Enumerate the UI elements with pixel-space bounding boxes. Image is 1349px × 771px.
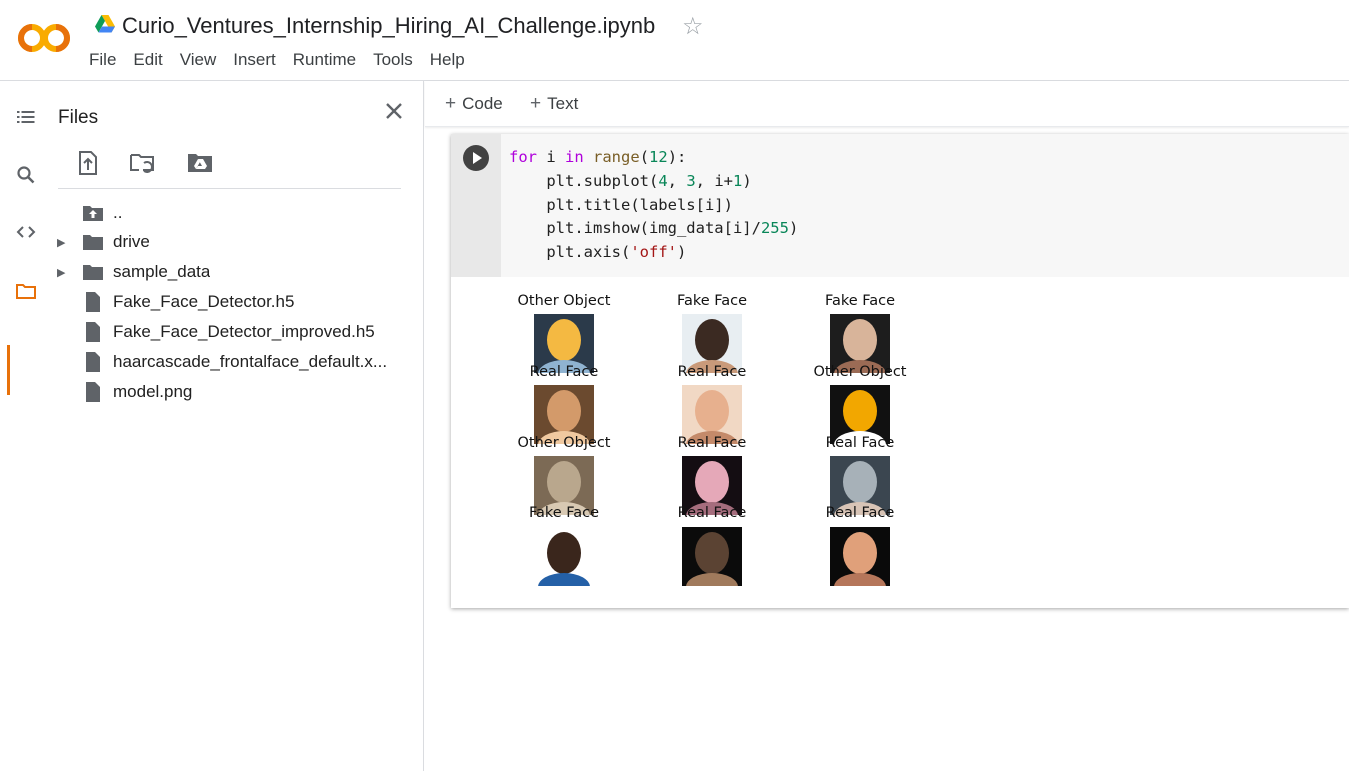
subplot-title: Fake Face bbox=[528, 505, 600, 521]
menu-view[interactable]: View bbox=[180, 50, 217, 70]
refresh-folder-icon[interactable] bbox=[129, 149, 157, 177]
file-icon bbox=[86, 352, 100, 372]
google-drive-icon[interactable] bbox=[95, 15, 115, 33]
subplot-title: Real Face bbox=[677, 364, 747, 380]
file-icon bbox=[86, 382, 100, 402]
file-icon bbox=[86, 292, 100, 312]
folder-icon bbox=[83, 265, 103, 280]
file-item-sample-data[interactable]: ▶ sample_data bbox=[52, 257, 412, 287]
divider bbox=[58, 188, 401, 189]
menu-tools[interactable]: Tools bbox=[373, 50, 413, 70]
subplot-title: Real Face bbox=[825, 435, 895, 451]
code-snippets-icon[interactable] bbox=[14, 220, 38, 244]
subplot-title: Other Object bbox=[517, 435, 611, 451]
colab-logo[interactable] bbox=[18, 22, 72, 54]
notebook-toolbar: + Code + Text bbox=[425, 81, 1349, 127]
add-text-label: Text bbox=[547, 94, 579, 113]
file-item-label: drive bbox=[113, 232, 150, 251]
menu-runtime[interactable]: Runtime bbox=[293, 50, 356, 70]
file-item-label: haarcascade_frontalface_default.x... bbox=[113, 352, 388, 371]
expand-arrow-icon[interactable]: ▶ bbox=[57, 236, 69, 249]
run-cell-button[interactable] bbox=[463, 145, 489, 171]
file-item-fake-face-detector[interactable]: Fake_Face_Detector.h5 bbox=[52, 287, 412, 317]
header: Curio_Ventures_Internship_Hiring_AI_Chal… bbox=[0, 0, 1349, 81]
active-indicator bbox=[7, 345, 10, 395]
cell-output: Other Object Fake Face Fake Face Real Face R… bbox=[451, 277, 1349, 608]
menu-edit[interactable]: Edit bbox=[133, 50, 162, 70]
close-icon[interactable] bbox=[382, 99, 406, 123]
subplot-title: Real Face bbox=[825, 505, 895, 521]
file-item-label: .. bbox=[113, 203, 123, 222]
upload-file-icon[interactable] bbox=[74, 149, 102, 177]
table-of-contents-icon[interactable] bbox=[14, 105, 38, 129]
file-item-label: Fake_Face_Detector_improved.h5 bbox=[113, 322, 375, 341]
file-item-fake-face-detector-improved[interactable]: Fake_Face_Detector_improved.h5 bbox=[52, 317, 412, 347]
plus-icon: + bbox=[445, 93, 457, 114]
file-item-parent[interactable]: .. bbox=[52, 198, 412, 228]
files-panel-title: Files bbox=[58, 107, 99, 128]
code-line: plt.title(labels[i]) bbox=[509, 195, 733, 214]
code-line: plt.subplot(4, 3, i+1) bbox=[509, 171, 752, 190]
folder-icon[interactable] bbox=[14, 279, 38, 303]
notebook-title[interactable]: Curio_Ventures_Internship_Hiring_AI_Chal… bbox=[122, 13, 655, 39]
file-item-label: sample_data bbox=[113, 262, 211, 281]
files-panel: Files .. ▶ drive ▶ sample_data Fake_Face… bbox=[52, 81, 424, 771]
file-item-drive[interactable]: ▶ drive bbox=[52, 227, 412, 257]
dark-portrait-image bbox=[682, 527, 742, 586]
folder-upload-icon bbox=[83, 206, 103, 221]
left-rail bbox=[0, 81, 52, 771]
add-text-button[interactable]: + Text bbox=[530, 93, 578, 115]
code-editor[interactable]: for i in range(12): plt.subplot(4, 3, i+… bbox=[501, 134, 1349, 277]
subplot-title: Other Object bbox=[517, 293, 611, 309]
file-item-haarcascade[interactable]: haarcascade_frontalface_default.x... bbox=[52, 347, 412, 377]
smiling-man-image bbox=[534, 527, 594, 586]
notebook-main: + Code + Text for i in range(12): plt.subp… bbox=[425, 81, 1349, 771]
subplot-title: Real Face bbox=[677, 505, 747, 521]
code-line: for i in range(12): bbox=[509, 148, 687, 166]
search-icon[interactable] bbox=[14, 163, 38, 187]
subplot-title: Fake Face bbox=[676, 293, 748, 309]
menu-help[interactable]: Help bbox=[430, 50, 465, 70]
expand-arrow-icon[interactable]: ▶ bbox=[57, 266, 69, 279]
file-item-label: model.png bbox=[113, 382, 193, 401]
menu-bar: File Edit View Insert Runtime Tools Help bbox=[89, 50, 482, 70]
code-cell[interactable]: for i in range(12): plt.subplot(4, 3, i+… bbox=[451, 134, 1349, 608]
menu-insert[interactable]: Insert bbox=[233, 50, 276, 70]
code-line: plt.imshow(img_data[i]/255) bbox=[509, 219, 799, 238]
subplot-title: Fake Face bbox=[824, 293, 896, 309]
file-item-label: Fake_Face_Detector.h5 bbox=[113, 292, 295, 311]
subplot-title: Other Object bbox=[813, 364, 907, 380]
menu-file[interactable]: File bbox=[89, 50, 116, 70]
cell-gutter bbox=[451, 134, 501, 277]
add-code-label: Code bbox=[462, 94, 503, 113]
code-line: plt.axis('off') bbox=[509, 243, 687, 262]
mount-drive-icon[interactable] bbox=[186, 149, 214, 177]
subplot-title: Real Face bbox=[529, 364, 599, 380]
bald-cgi-face-image bbox=[830, 527, 890, 586]
file-icon bbox=[86, 322, 100, 342]
add-code-button[interactable]: + Code bbox=[445, 93, 503, 115]
star-icon[interactable]: ☆ bbox=[682, 12, 704, 41]
folder-icon bbox=[83, 235, 103, 250]
subplot-title: Real Face bbox=[677, 435, 747, 451]
plus-icon: + bbox=[530, 93, 542, 114]
file-item-model-png[interactable]: model.png bbox=[52, 377, 412, 407]
